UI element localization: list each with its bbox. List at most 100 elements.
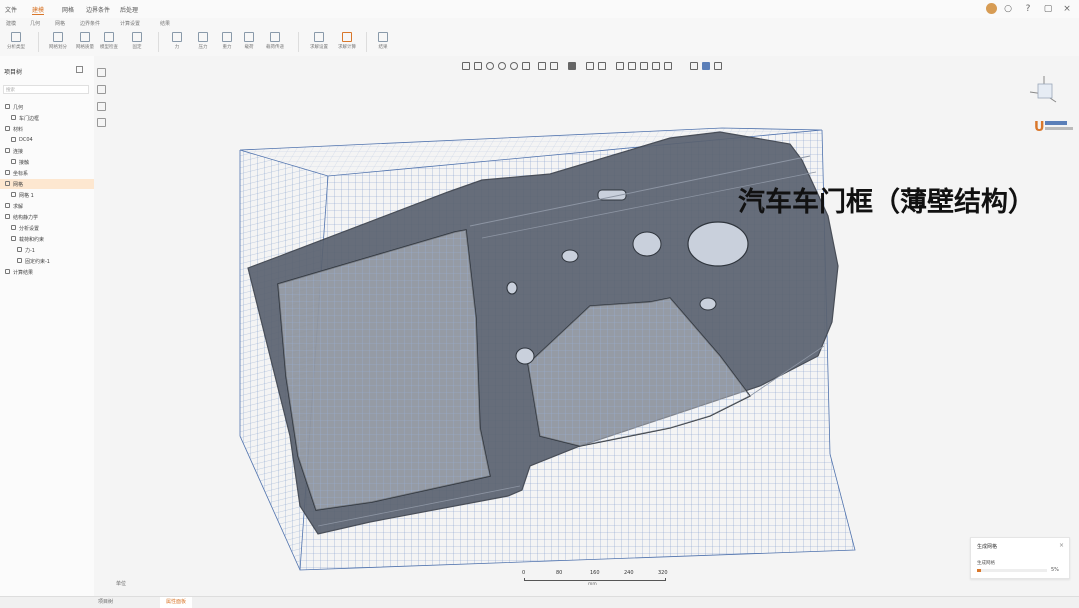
expand-icon[interactable]: ▢: [1043, 4, 1053, 14]
ribbon-tab[interactable]: 建模: [6, 20, 16, 27]
tree-node-icon: [5, 148, 10, 153]
tree-item[interactable]: 结构静力学: [0, 212, 94, 222]
load-button[interactable]: 载荷: [236, 32, 262, 50]
tree-node-icon: [5, 126, 10, 131]
tree-item[interactable]: 几何: [0, 102, 94, 112]
menu-postprocess[interactable]: 后处理: [120, 5, 138, 14]
tree-item[interactable]: 网格 1: [0, 190, 94, 200]
solve-settings-button[interactable]: 求解设置: [306, 32, 332, 50]
camera-icon[interactable]: [690, 62, 698, 70]
zoom-out-icon[interactable]: [498, 62, 506, 70]
tree-item-label: 载荷和约束: [19, 237, 45, 243]
zoom-box-icon[interactable]: [522, 62, 530, 70]
collapse-icon[interactable]: [76, 66, 83, 73]
tree-item[interactable]: 载荷和约束: [0, 234, 94, 244]
tree-item[interactable]: 力-1: [0, 245, 94, 255]
scale-unit: mm: [588, 582, 597, 587]
button-label: 网格质量: [76, 45, 94, 50]
vertical-tool-strip: [94, 56, 111, 596]
results-button[interactable]: 结果: [370, 32, 396, 50]
orientation-cube[interactable]: [1024, 72, 1064, 112]
zoom-in-icon[interactable]: [486, 62, 494, 70]
list-icon[interactable]: [97, 85, 106, 94]
tree-icon[interactable]: [97, 68, 106, 77]
tree-item[interactable]: 固定约束-1: [0, 256, 94, 266]
grid-icon[interactable]: [97, 118, 106, 127]
tree-item[interactable]: DC04: [0, 135, 94, 145]
menu-mesh[interactable]: 网格: [62, 5, 74, 14]
tree-item-label: 坐标系: [13, 171, 29, 177]
view-top-icon[interactable]: [640, 62, 648, 70]
mesh-quality-button[interactable]: 网格质量: [72, 32, 98, 50]
ribbon-tab[interactable]: 计算设置: [120, 20, 140, 27]
tree-node-icon: [5, 203, 10, 208]
clip-icon[interactable]: [598, 62, 606, 70]
mesh-button[interactable]: 网格划分: [45, 32, 71, 50]
load-transfer-button[interactable]: 载荷传递: [262, 32, 288, 50]
ribbon-tab[interactable]: 边界条件: [80, 20, 100, 27]
progress-label: 生成网格: [977, 561, 995, 566]
menu-file[interactable]: 文件: [5, 5, 17, 14]
menu-boundary[interactable]: 边界条件: [86, 5, 110, 14]
bell-icon[interactable]: ○: [1003, 4, 1013, 14]
zoom-fit-icon[interactable]: [510, 62, 518, 70]
overlay-caption: 汽车车门框（薄壁结构）: [738, 187, 1035, 218]
force-button[interactable]: 力: [164, 32, 190, 50]
3d-viewport[interactable]: 单位: [110, 56, 1079, 596]
pressure-button[interactable]: 压力: [190, 32, 216, 50]
ribbon-tab[interactable]: 网格: [55, 20, 65, 27]
button-label: 固定: [132, 45, 142, 50]
rotate-icon[interactable]: [462, 62, 470, 70]
menu-modeling[interactable]: 建模: [32, 5, 45, 15]
search-input[interactable]: 搜索: [3, 85, 89, 94]
tree-item[interactable]: 求解: [0, 201, 94, 211]
search-placeholder: 搜索: [6, 88, 15, 93]
button-label: 载荷传递: [266, 45, 284, 50]
shaded-icon[interactable]: [568, 62, 576, 70]
select-icon[interactable]: [538, 62, 546, 70]
tab-project-tree[interactable]: 项目树: [92, 597, 119, 608]
model-check-button[interactable]: 模型检查: [96, 32, 122, 50]
analysis-type-button[interactable]: 分析类型: [3, 32, 29, 50]
tree-item[interactable]: 材料: [0, 124, 94, 134]
tree-item-label: DC04: [19, 137, 33, 143]
tab-properties[interactable]: 属性面板: [160, 597, 193, 608]
fixed-icon: [132, 32, 142, 42]
section-icon[interactable]: [586, 62, 594, 70]
help-icon[interactable]: ?: [1023, 4, 1033, 14]
menu-bar: 文件 建模 网格 边界条件 后处理 ○ ? ▢ ×: [0, 0, 1079, 19]
layers-icon[interactable]: [97, 102, 106, 111]
quality-icon: [80, 32, 90, 42]
pressure-icon: [198, 32, 208, 42]
axis-triad-icon: [1029, 76, 1057, 103]
solve-button[interactable]: 求解计算: [334, 32, 360, 50]
close-icon[interactable]: ×: [1062, 4, 1072, 14]
view-front-icon[interactable]: [616, 62, 624, 70]
settings-icon: [314, 32, 324, 42]
tree-item[interactable]: 连接: [0, 146, 94, 156]
settings-icon[interactable]: [714, 62, 722, 70]
select-box-icon[interactable]: [550, 62, 558, 70]
tree-item-label: 固定约束-1: [25, 259, 50, 265]
view-iso-icon[interactable]: [652, 62, 660, 70]
progress-title: 生成网格: [977, 544, 998, 550]
tree-item[interactable]: 分析设置: [0, 223, 94, 233]
tree-item[interactable]: 坐标系: [0, 168, 94, 178]
tree-item[interactable]: 车门边框: [0, 113, 94, 123]
pan-icon[interactable]: [474, 62, 482, 70]
view-back-icon[interactable]: [628, 62, 636, 70]
view-left-icon[interactable]: [664, 62, 672, 70]
mesh-display-icon[interactable]: [702, 62, 710, 70]
tree-item[interactable]: 计算结果: [0, 267, 94, 277]
fixed-button[interactable]: 固定: [124, 32, 150, 50]
ribbon-tab[interactable]: 几何: [30, 20, 40, 27]
scale-tick: 0: [522, 570, 526, 576]
ribbon: 建模 几何 网格 边界条件 计算设置 结果 分析类型 网格划分 网格质量 模型检…: [0, 18, 1079, 57]
tree-node-icon: [5, 214, 10, 219]
avatar[interactable]: [986, 3, 997, 14]
close-icon[interactable]: ×: [1059, 542, 1064, 549]
tree-item[interactable]: 接触: [0, 157, 94, 167]
ribbon-tab[interactable]: 结果: [160, 20, 170, 27]
tree-item[interactable]: 网格: [0, 179, 94, 189]
button-label: 分析类型: [7, 45, 25, 50]
